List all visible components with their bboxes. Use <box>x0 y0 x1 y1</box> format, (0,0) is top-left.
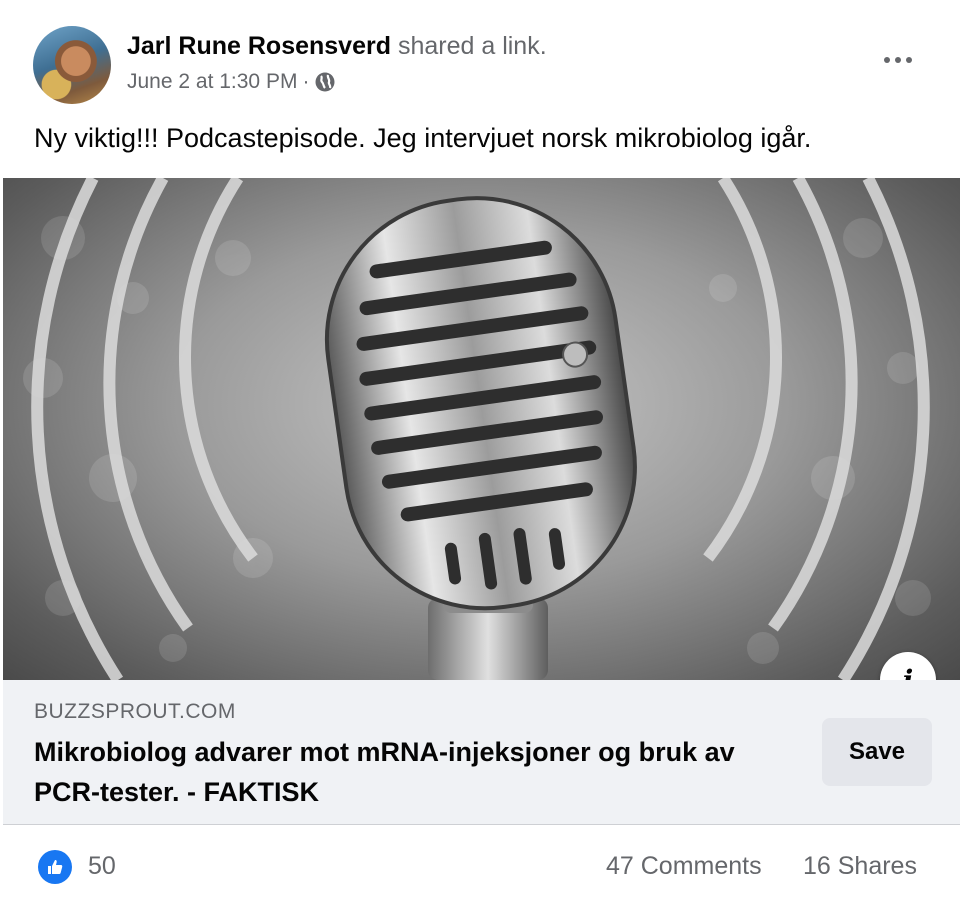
post-header: Jarl Rune Rosensverd shared a link. <box>127 30 547 62</box>
like-thumb-icon[interactable] <box>38 850 72 884</box>
author-name-link[interactable]: Jarl Rune Rosensverd <box>127 32 391 60</box>
comments-count[interactable]: 47 Comments <box>606 852 762 881</box>
like-count[interactable]: 50 <box>88 852 116 881</box>
post-message: Ny viktig!!! Podcastepisode. Jeg intervj… <box>34 123 812 153</box>
link-domain: BUZZSPROUT.COM <box>34 700 236 723</box>
action-text: shared a link. <box>397 32 547 60</box>
author-avatar[interactable] <box>33 26 111 104</box>
facebook-post: Jarl Rune Rosensverd shared a link. June… <box>0 0 960 906</box>
more-options-icon[interactable] <box>873 40 923 80</box>
globe-icon[interactable] <box>314 71 336 93</box>
post-meta: June 2 at 1:30 PM · <box>127 68 336 96</box>
link-preview-footer[interactable]: BUZZSPROUT.COM Mikrobiolog advarer mot m… <box>3 680 960 825</box>
meta-separator: · <box>302 70 310 93</box>
post-timestamp[interactable]: June 2 at 1:30 PM <box>127 68 297 96</box>
link-title[interactable]: Mikrobiolog advarer mot mRNA-injeksjoner… <box>34 732 774 812</box>
save-button[interactable]: Save <box>822 718 932 786</box>
link-preview-image[interactable]: vintage-microphone <box>3 178 960 680</box>
shares-count[interactable]: 16 Shares <box>803 852 917 881</box>
